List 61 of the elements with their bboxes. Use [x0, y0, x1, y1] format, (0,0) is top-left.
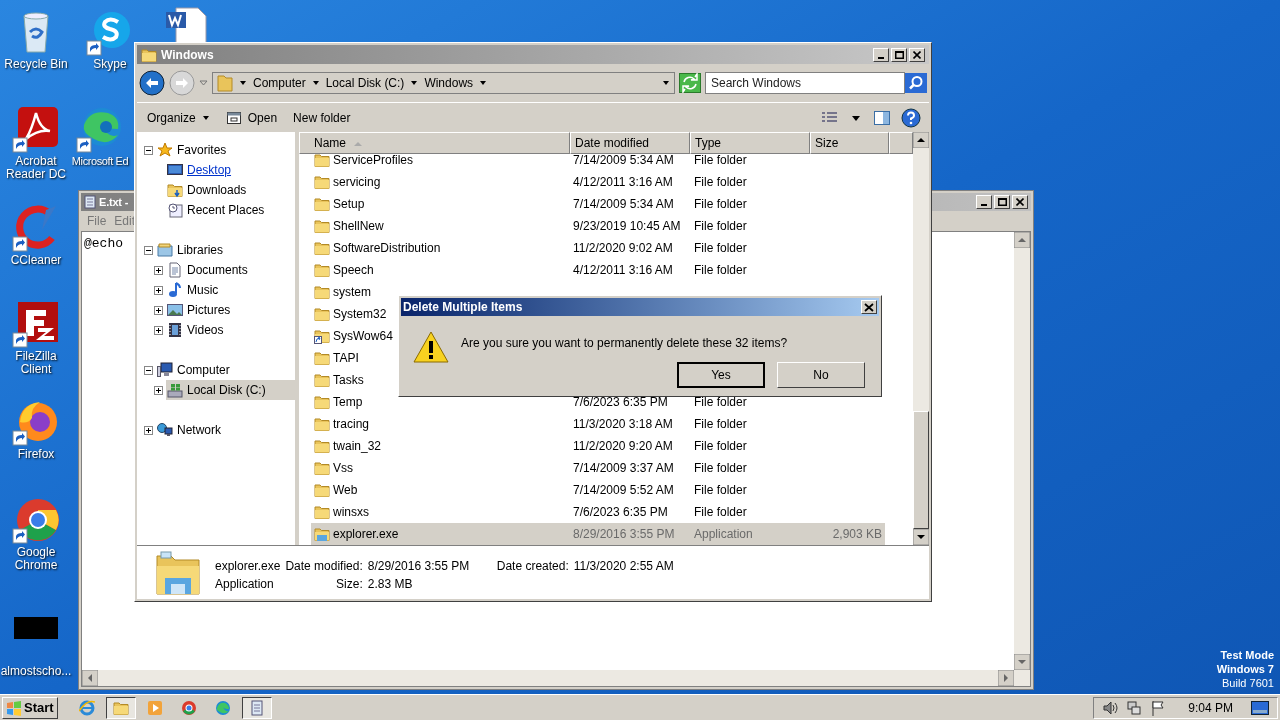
file-name: Setup	[333, 196, 365, 213]
field-label: Size:	[335, 576, 363, 592]
table-cell: 8/29/2016 3:55 PM	[573, 527, 675, 541]
file-name: SysWow64	[333, 328, 393, 345]
file-name: ShellNew	[333, 218, 384, 235]
file-name: explorer.exe	[215, 558, 281, 574]
table-cell: File folder	[694, 219, 747, 233]
field-label: Date modified:	[285, 558, 363, 574]
file-name: System32	[333, 306, 387, 323]
table-cell: 7/6/2023 6:35 PM	[573, 505, 668, 519]
window-title: E.txt -	[99, 194, 129, 210]
table-cell: File folder	[694, 154, 747, 167]
table-cell: 7/14/2009 5:34 AM	[573, 197, 674, 211]
table-cell: 11/2/2020 9:20 AM	[573, 439, 673, 453]
field-label: Date created:	[496, 558, 569, 574]
field-value: 2.83 MB	[367, 576, 414, 592]
file-name: SoftwareDistribution	[333, 240, 441, 257]
table-cell: 7/14/2009 5:34 AM	[573, 154, 674, 167]
table-cell: 2,903 KB	[832, 527, 882, 541]
field-value: 8/29/2016 3:55 PM	[367, 558, 471, 574]
table-cell: File folder	[694, 197, 747, 211]
file-name: Speech	[333, 262, 374, 279]
file-name: tracing	[333, 416, 370, 433]
file-name: explorer.exe	[333, 526, 399, 543]
table-cell: 9/23/2019 10:45 AM	[573, 219, 681, 233]
table-cell: 11/3/2020 3:18 AM	[573, 417, 673, 431]
window-title: Windows	[161, 46, 214, 64]
dialog-title: Delete Multiple Items	[403, 299, 524, 316]
table-cell: File folder	[694, 263, 747, 277]
file-name: servicing	[333, 174, 381, 191]
editor-text: @echo	[84, 236, 123, 251]
file-name: twain_32	[333, 438, 382, 455]
table-cell: File folder	[694, 483, 747, 497]
table-cell: 4/12/2011 3:16 AM	[573, 263, 673, 277]
table-cell: Application	[694, 527, 753, 541]
table-cell: 7/14/2009 5:52 AM	[573, 483, 674, 497]
table-cell: 4/12/2011 3:16 AM	[573, 175, 673, 189]
system-notice-text: Test Mode	[1220, 648, 1274, 662]
table-cell: File folder	[694, 395, 747, 409]
file-name: Web	[333, 482, 358, 499]
file-name: Vss	[333, 460, 353, 477]
table-cell: File folder	[694, 461, 747, 475]
file-name: TAPI	[333, 350, 359, 367]
table-cell: File folder	[694, 439, 747, 453]
file-type: Application	[215, 576, 275, 592]
table-cell: 11/2/2020 9:02 AM	[573, 241, 673, 255]
system-notice-text: Windows 7	[1216, 662, 1274, 676]
table-cell: File folder	[694, 417, 747, 431]
system-notice-text: Build 7601	[1222, 676, 1274, 690]
table-cell: File folder	[694, 175, 747, 189]
table-cell: 7/6/2023 6:35 PM	[573, 395, 668, 409]
file-name: Tasks	[333, 372, 364, 389]
dialog-message: Are you sure you want to permanently delete these 32 items?	[461, 335, 789, 352]
file-name: system	[333, 284, 371, 301]
table-cell: File folder	[694, 505, 747, 519]
table-cell: 7/14/2009 3:37 AM	[573, 461, 674, 475]
file-name: winsxs	[333, 504, 369, 521]
table-cell: File folder	[694, 241, 747, 255]
file-name: Temp	[333, 394, 363, 411]
field-value: 11/3/2020 2:55 AM	[573, 558, 674, 574]
file-name: ServiceProfiles	[333, 154, 414, 169]
